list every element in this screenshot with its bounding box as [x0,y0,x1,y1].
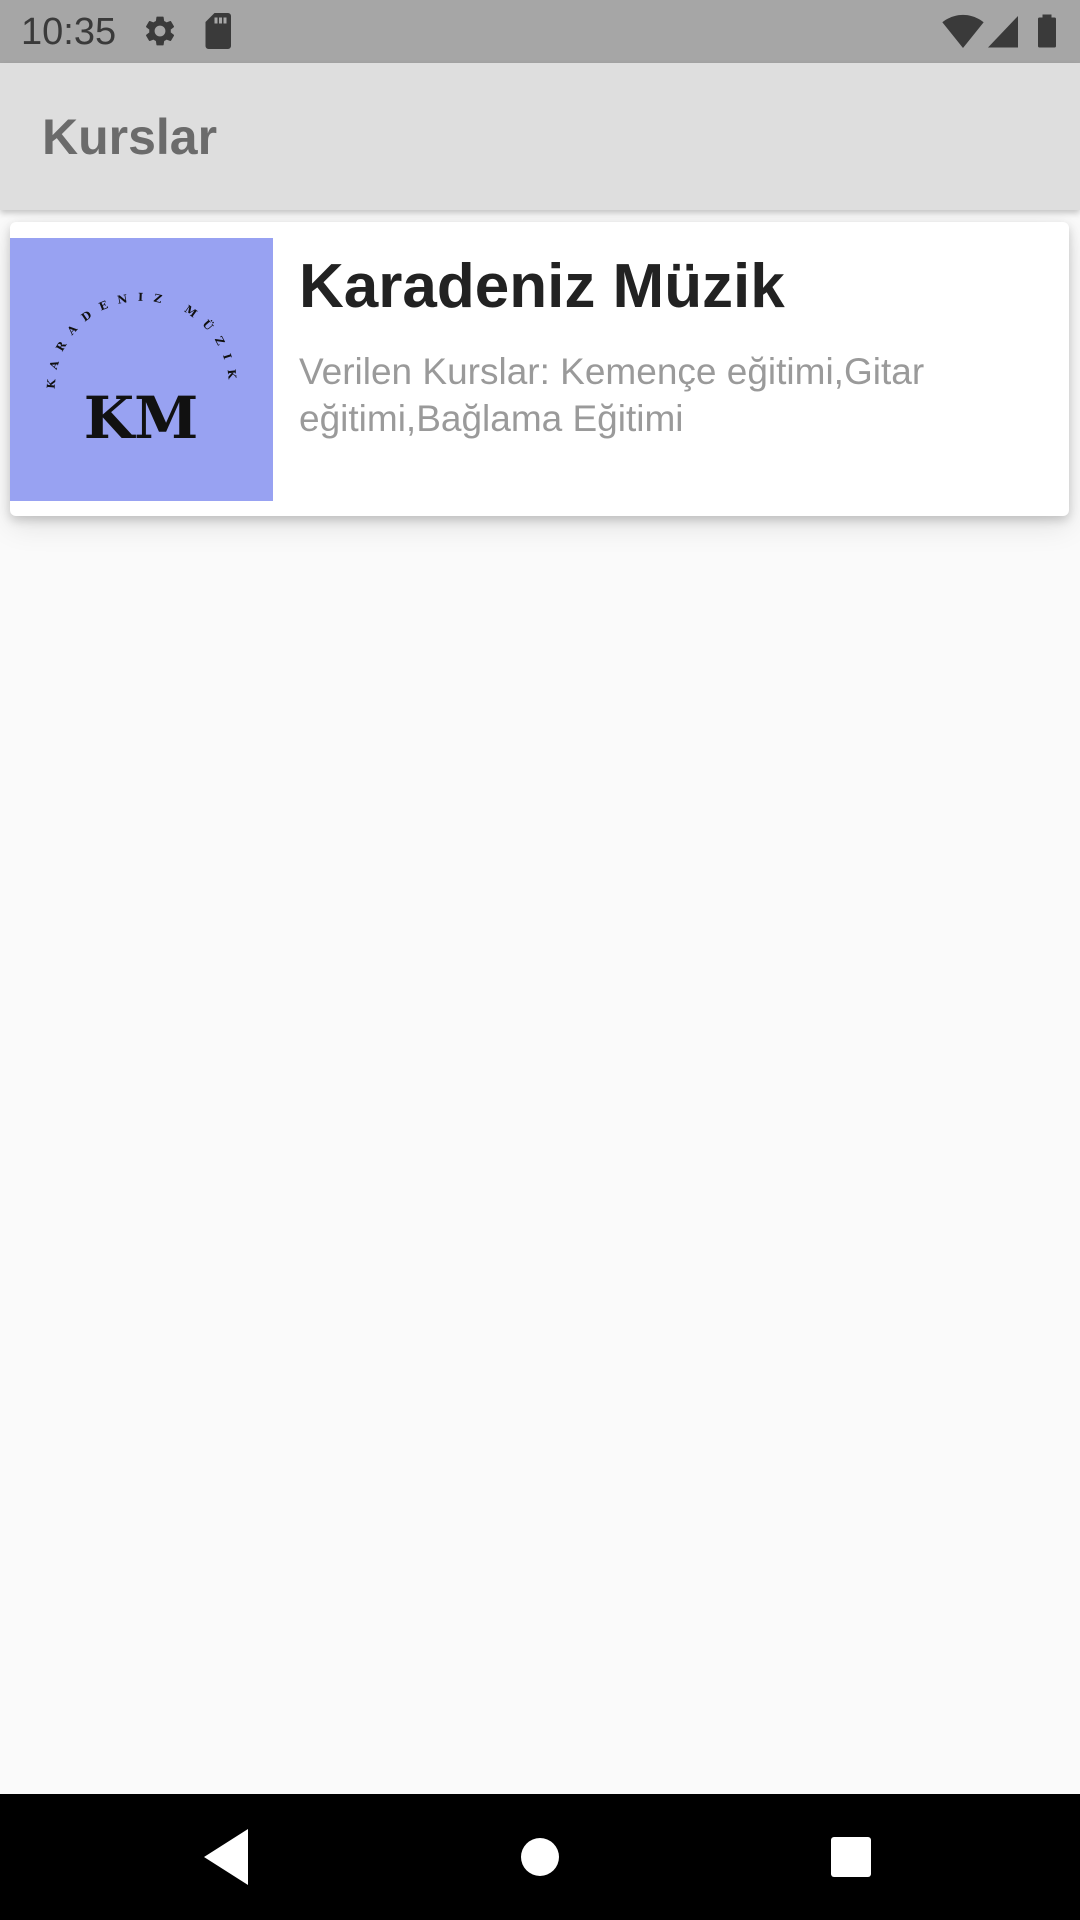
page-title: Kurslar [42,109,218,165]
home-button[interactable] [470,1794,610,1920]
km-logo-icon: KARADENIZ MÜZIK KM [45,291,240,452]
wifi-icon [942,14,984,48]
status-time: 10:35 [21,11,117,53]
course-subtitle: Verilen Kurslar: Kemençe eğitimi,Gitar e… [299,351,925,439]
logo-initials: KM [84,384,199,452]
app-bar: Kurslar [0,63,1080,210]
sd-card-icon [205,13,231,49]
cell-signal-icon [988,16,1018,48]
logo-arc-text: KARADENIZ MÜZIK [45,291,230,390]
course-card[interactable]: KARADENIZ MÜZIK KM Karadeniz Müzik Veril… [10,222,1069,516]
recents-button[interactable] [781,1794,921,1920]
recents-icon [831,1837,871,1877]
course-title: Karadeniz Müzik [299,252,785,321]
settings-gear-icon [146,16,175,46]
navigation-bar [0,1794,1080,1920]
svg-text:KARADENIZ MÜZIK: KARADENIZ MÜZIK [45,291,240,390]
home-icon [521,1838,559,1876]
back-icon [204,1829,248,1885]
course-logo: KARADENIZ MÜZIK KM [10,238,273,501]
battery-icon [1038,14,1056,48]
status-bar: 10:35 [0,0,1080,63]
back-button[interactable] [156,1794,296,1920]
